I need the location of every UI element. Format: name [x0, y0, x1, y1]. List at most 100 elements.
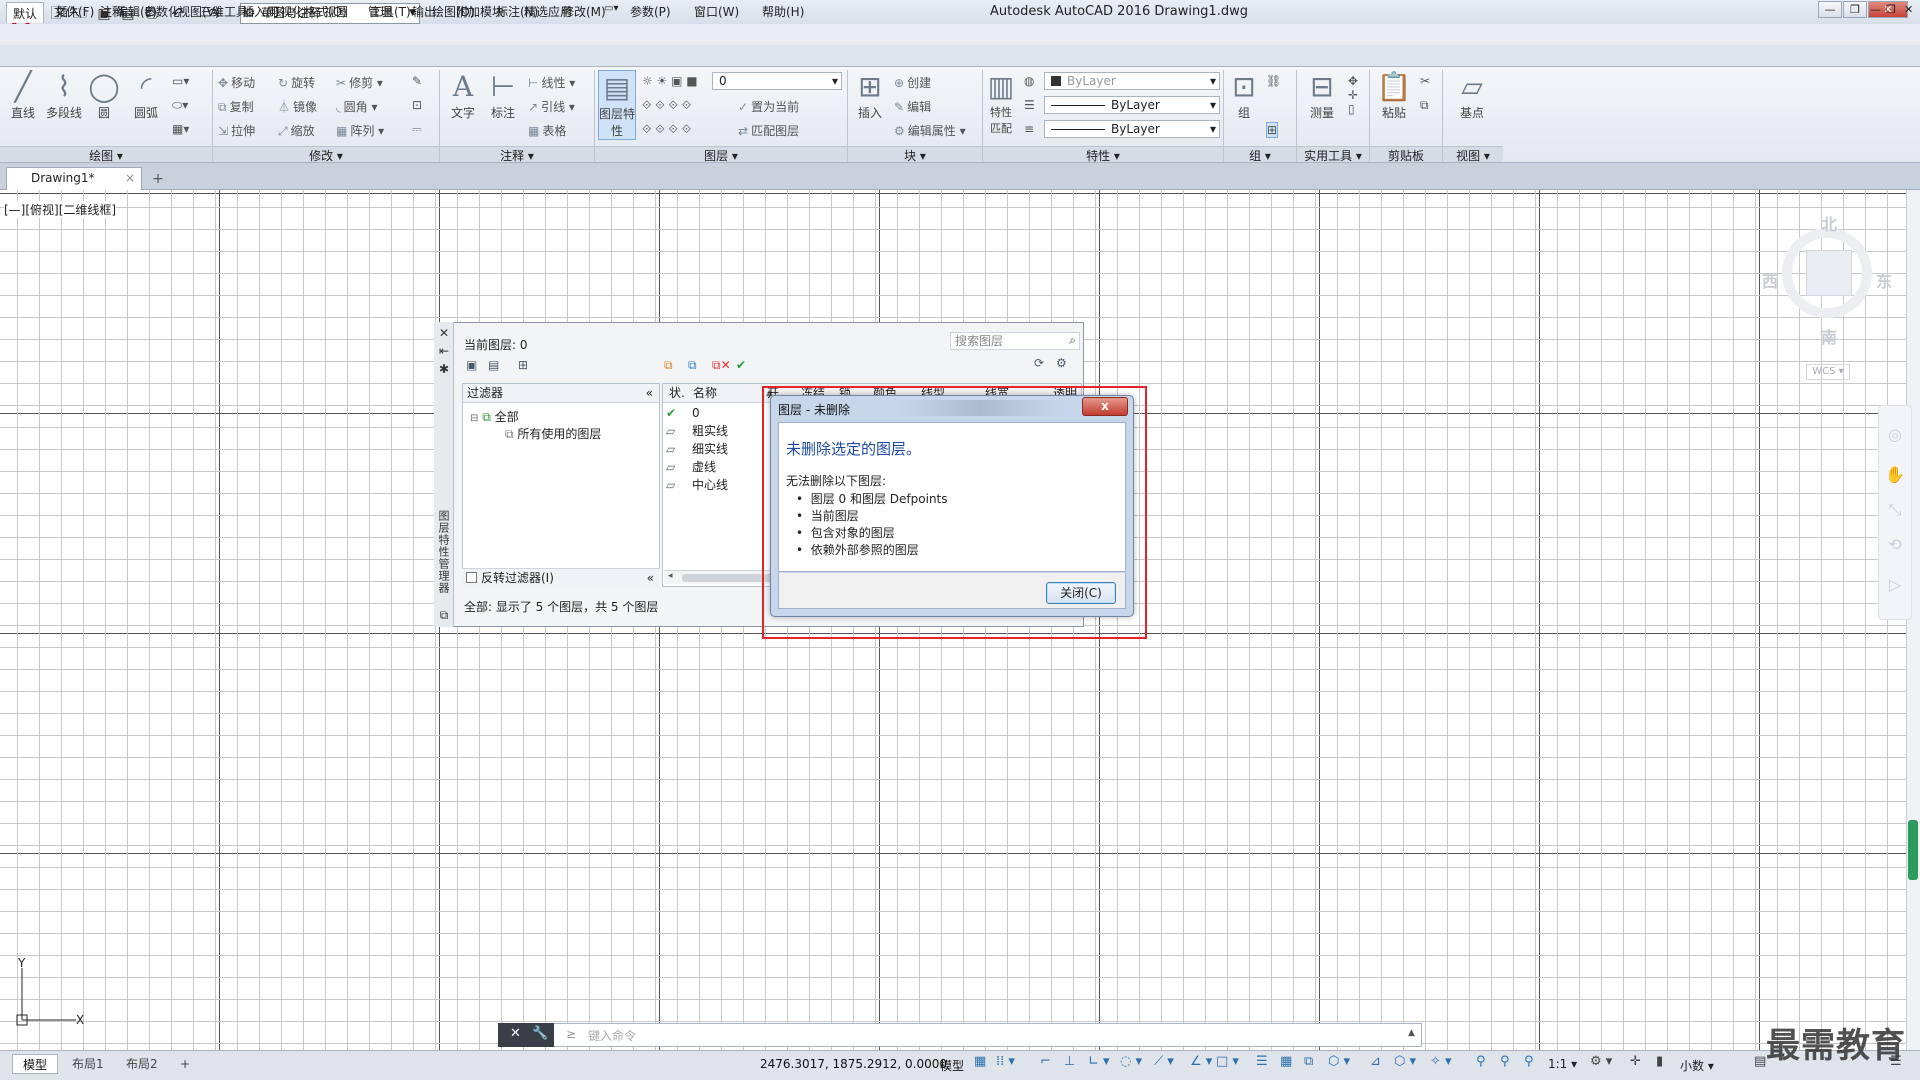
make-current-button[interactable]: ✓ 置为当前	[738, 98, 799, 115]
layer-dropdown[interactable]: 0 ▾	[712, 72, 842, 90]
rotate-button[interactable]: ↻ 旋转	[278, 74, 315, 91]
close-button[interactable]: 关闭(C)	[1046, 582, 1116, 604]
file-tab-drawing1[interactable]: Drawing1* ×	[6, 167, 142, 190]
panel-annotation-title[interactable]: 注释 ▾	[440, 146, 594, 163]
settings-gear-icon[interactable]: ⚙	[1056, 356, 1067, 370]
minimize-button[interactable]: —	[1818, 1, 1842, 18]
snap-icon[interactable]: ⁞⁞ ▾	[996, 1054, 1015, 1069]
command-prompt-icon[interactable]: ≥	[566, 1027, 576, 1041]
command-input[interactable]: 键入命令	[588, 1027, 636, 1044]
tab-insert[interactable]: 插入	[52, 3, 84, 20]
scale-button[interactable]: ⤢ 缩放	[278, 122, 315, 139]
layer-row[interactable]: ▱ 粗实线	[664, 422, 764, 440]
zoom-icon[interactable]: ⤡	[1884, 500, 1906, 522]
collapse-icon[interactable]: «	[647, 569, 654, 587]
panel-layers-title[interactable]: 图层 ▾	[595, 146, 847, 163]
model-space-toggle[interactable]: 模型	[940, 1057, 964, 1074]
cut-icon[interactable]: ✂	[1420, 74, 1430, 88]
arc-tool-button[interactable]: ◜ 圆弧	[126, 70, 166, 121]
panel-modify-title[interactable]: 修改 ▾	[213, 146, 439, 163]
tab-manage[interactable]: 管理	[364, 3, 396, 20]
offset-icon[interactable]: ⎓	[412, 122, 422, 137]
collapse-icon[interactable]: «	[646, 384, 653, 402]
set-current-icon[interactable]: ✔	[736, 358, 746, 372]
layer-states-manager-icon[interactable]: ⊞	[518, 358, 528, 372]
orbit-icon[interactable]: ⟲	[1884, 535, 1906, 557]
circle-tool-button[interactable]: ◯ 圆	[88, 70, 120, 121]
fillet-button[interactable]: ◟ 圆角 ▾	[336, 98, 378, 115]
lineweight-icon[interactable]: ≡	[1024, 122, 1034, 136]
col-status[interactable]: 状.	[669, 384, 685, 402]
layer-row[interactable]: ✔ 0	[664, 404, 764, 422]
edit-block-button[interactable]: ✎ 编辑	[894, 98, 931, 115]
coordinates-readout[interactable]: 2476.3017, 1875.2912, 0.0000	[760, 1057, 947, 1071]
showmotion-icon[interactable]: ▷	[1884, 575, 1906, 597]
scrollbar-thumb[interactable]	[1908, 820, 1918, 880]
line-tool-button[interactable]: ╱ 直线	[6, 70, 40, 121]
close-tab-icon[interactable]: ×	[125, 168, 135, 189]
dynamic-input-icon[interactable]: ⊥	[1064, 1054, 1075, 1069]
layer-properties-button[interactable]: ▤ 图层特性	[598, 70, 636, 140]
refresh-icon[interactable]: ⟳	[1034, 356, 1044, 370]
move-button[interactable]: ✥ 移动	[218, 74, 255, 91]
layer-search-input[interactable]: 搜索图层 ⌕	[950, 332, 1080, 350]
ungroup-icon[interactable]: ⛓	[1266, 74, 1281, 88]
palette-autohide-icon[interactable]: ⇤	[437, 344, 451, 358]
3d-osnap-icon[interactable]: ⬡ ▾	[1328, 1054, 1350, 1069]
stretch-button[interactable]: ⇲ 拉伸	[218, 122, 255, 139]
units-selector[interactable]: 小数 ▾	[1680, 1057, 1714, 1074]
maximize-button[interactable]: ❐	[1843, 1, 1867, 18]
annotation-visibility-icon[interactable]: ⚲	[1476, 1054, 1486, 1069]
command-history-icon[interactable]: ▲	[1408, 1028, 1415, 1038]
panel-block-title[interactable]: 块 ▾	[848, 146, 982, 163]
group-select-icon[interactable]: ⊞	[1266, 122, 1279, 138]
new-property-filter-icon[interactable]: ▣	[466, 358, 477, 372]
layer-row[interactable]: ▱ 虚线	[664, 458, 764, 476]
dimension-tool-button[interactable]: ⊢ 标注	[486, 70, 520, 121]
viewcube-top-face[interactable]	[1806, 250, 1852, 296]
copy-clip-icon[interactable]: ⧉	[1420, 98, 1429, 113]
mirror-button[interactable]: ⏃ 镜像	[278, 98, 317, 115]
tab-addins[interactable]: 附加模块	[452, 3, 508, 20]
explode-icon[interactable]: ⊡	[412, 98, 422, 112]
command-line[interactable]	[498, 1023, 1422, 1047]
compass-west[interactable]: 西	[1762, 268, 1778, 292]
lineweight-dropdown[interactable]: ByLayer ▾	[1044, 120, 1220, 138]
close-command-icon[interactable]: ✕	[510, 1026, 521, 1041]
table-button[interactable]: ▦ 表格	[528, 122, 566, 139]
hatch-icon[interactable]: ⬭▾	[172, 98, 188, 113]
palette-settings-icon[interactable]: ✱	[437, 362, 451, 376]
tab-default[interactable]: 默认	[6, 2, 45, 23]
gizmo-icon[interactable]: ✧ ▾	[1430, 1054, 1452, 1069]
tab-annotate[interactable]: 注释	[96, 3, 128, 20]
delete-layer-icon[interactable]: ⧉✕	[712, 358, 731, 373]
osnap-icon[interactable]: □ ▾	[1216, 1054, 1239, 1069]
linear-dim-button[interactable]: ⊢ 线性 ▾	[528, 74, 575, 91]
layer-row[interactable]: ▱ 细实线	[664, 440, 764, 458]
panel-draw-title[interactable]: 绘图 ▾	[0, 146, 212, 163]
linetype-icon[interactable]: ☰	[1024, 98, 1035, 112]
group-button[interactable]: ⊡ 组	[1228, 70, 1260, 121]
selection-filter-icon[interactable]: ⬡ ▾	[1394, 1054, 1416, 1069]
color-dropdown[interactable]: ByLayer ▾	[1044, 72, 1220, 90]
steering-wheel-icon[interactable]: ◎	[1884, 425, 1906, 447]
tab-model[interactable]: 模型	[12, 1054, 59, 1074]
erase-icon[interactable]: ✎	[412, 74, 422, 88]
edit-attributes-button[interactable]: ⚙ 编辑属性 ▾	[894, 122, 966, 139]
array-button[interactable]: ▦ 阵列 ▾	[336, 122, 384, 139]
doc-close-button[interactable]: ✕	[1904, 3, 1913, 16]
viewport-controls-label[interactable]: [—][俯视][二维线框]	[4, 201, 117, 218]
grid-icon[interactable]: ▦	[974, 1054, 986, 1069]
panel-clipboard-title[interactable]: 剪贴板	[1370, 146, 1442, 163]
panel-utilities-title[interactable]: 实用工具 ▾	[1297, 146, 1369, 163]
tab-output[interactable]: 输出	[408, 3, 440, 20]
menu-window[interactable]: 窗口(W)	[694, 3, 739, 20]
match-properties-button[interactable]: ▥ 特性匹配	[986, 70, 1016, 136]
color-wheel-icon[interactable]: ◍	[1024, 74, 1034, 88]
panel-properties-title[interactable]: 特性 ▾	[983, 146, 1223, 163]
trim-button[interactable]: ✂ 修剪 ▾	[336, 74, 383, 91]
tab-layout2[interactable]: 布局2	[116, 1054, 168, 1074]
dynamic-ucs-icon[interactable]: ⊿	[1370, 1054, 1381, 1069]
new-tab-button[interactable]: +	[148, 170, 168, 188]
compass-east[interactable]: 东	[1876, 268, 1892, 292]
